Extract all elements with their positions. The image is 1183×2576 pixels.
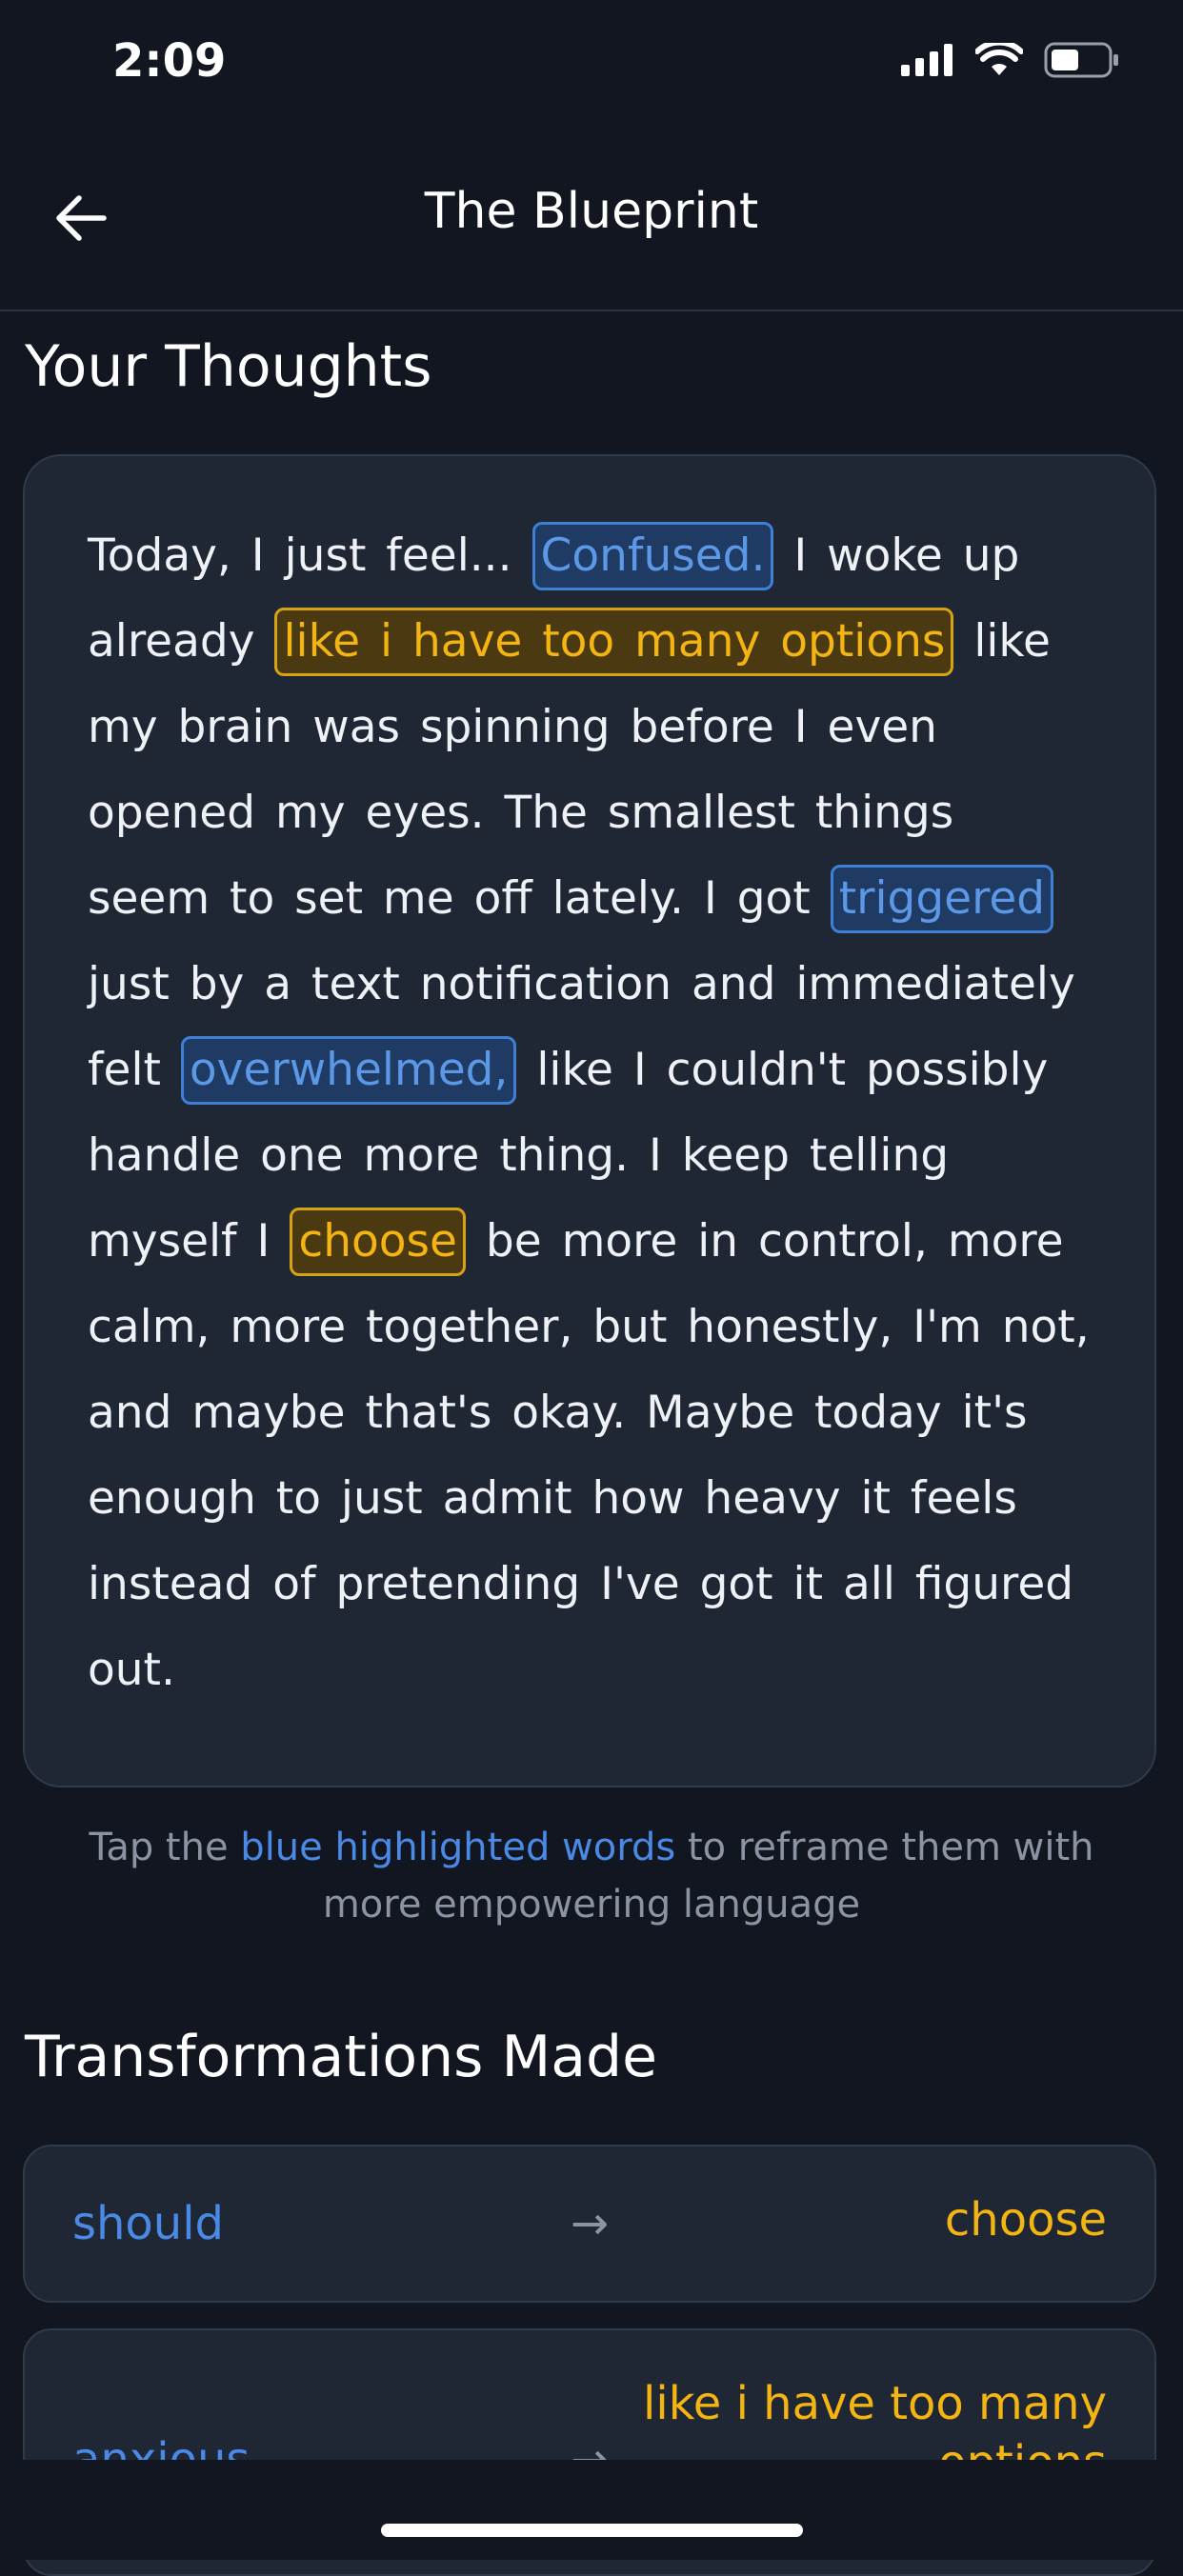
status-time: 2:09 (112, 34, 227, 88)
page-title: The Blueprint (424, 183, 759, 240)
highlight-word-yellow[interactable]: like i have too many options (274, 608, 954, 676)
highlight-word-blue[interactable]: overwhelmed, (180, 1036, 517, 1105)
cellular-signal-icon (901, 44, 952, 76)
thought-text-segment: Today, I just feel... (88, 529, 512, 582)
transformation-card[interactable]: should → choose (23, 2145, 1156, 2303)
thoughts-card: Today, I just feel... Confused. I woke u… (23, 454, 1156, 1787)
highlight-word-yellow[interactable]: choose (290, 1208, 466, 1276)
thoughts-text: Today, I just feel... Confused. I woke u… (88, 513, 1092, 1713)
battery-icon (1044, 42, 1118, 78)
highlight-word-blue[interactable]: Confused. (531, 522, 774, 590)
thought-text-segment: be more in control, more calm, more toge… (88, 1215, 1090, 1696)
wifi-icon (975, 43, 1023, 75)
nav-header: The Blueprint (0, 152, 1183, 311)
reframe-hint: Tap the blue highlighted words to refram… (38, 1819, 1145, 1933)
status-bar: 2:09 (0, 0, 1183, 133)
bottom-safe-area (0, 2460, 1183, 2560)
home-indicator[interactable] (381, 2524, 803, 2537)
highlight-word-blue[interactable]: triggered (830, 865, 1054, 933)
status-icons (901, 42, 1120, 78)
hint-blue-words-link[interactable]: blue highlighted words (240, 1826, 675, 1869)
hint-prefix: Tap the (89, 1826, 229, 1869)
transformation-to: choose (944, 2193, 1107, 2247)
your-thoughts-heading: Your Thoughts (25, 333, 432, 400)
transformations-heading: Transformations Made (25, 2024, 658, 2090)
